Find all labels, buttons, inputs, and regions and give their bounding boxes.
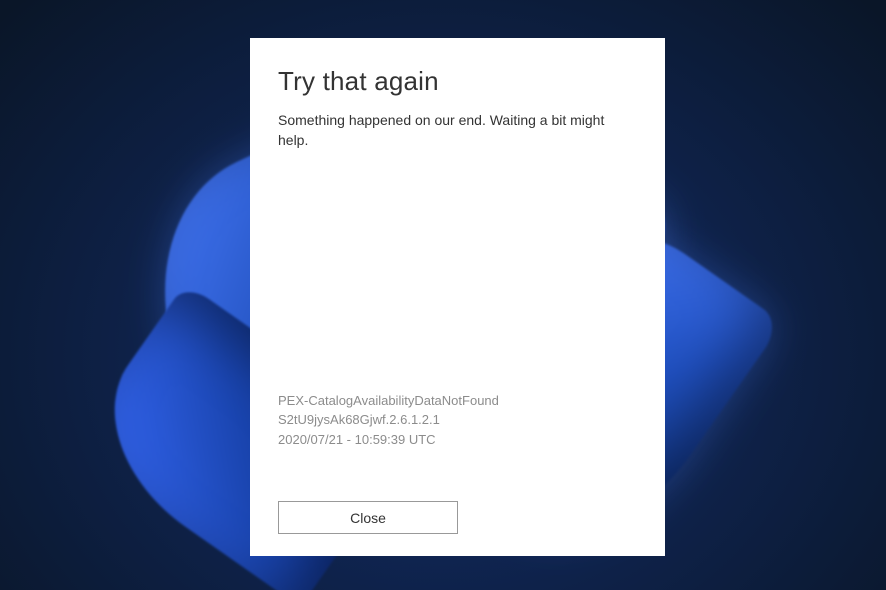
- error-details: PEX-CatalogAvailabilityDataNotFound S2tU…: [278, 391, 637, 450]
- dialog-title: Try that again: [278, 66, 637, 97]
- error-code: PEX-CatalogAvailabilityDataNotFound: [278, 391, 637, 411]
- error-timestamp: 2020/07/21 - 10:59:39 UTC: [278, 430, 637, 450]
- error-dialog: Try that again Something happened on our…: [250, 38, 665, 556]
- close-button[interactable]: Close: [278, 501, 458, 534]
- dialog-message: Something happened on our end. Waiting a…: [278, 111, 637, 150]
- error-id: S2tU9jysAk68Gjwf.2.6.1.2.1: [278, 410, 637, 430]
